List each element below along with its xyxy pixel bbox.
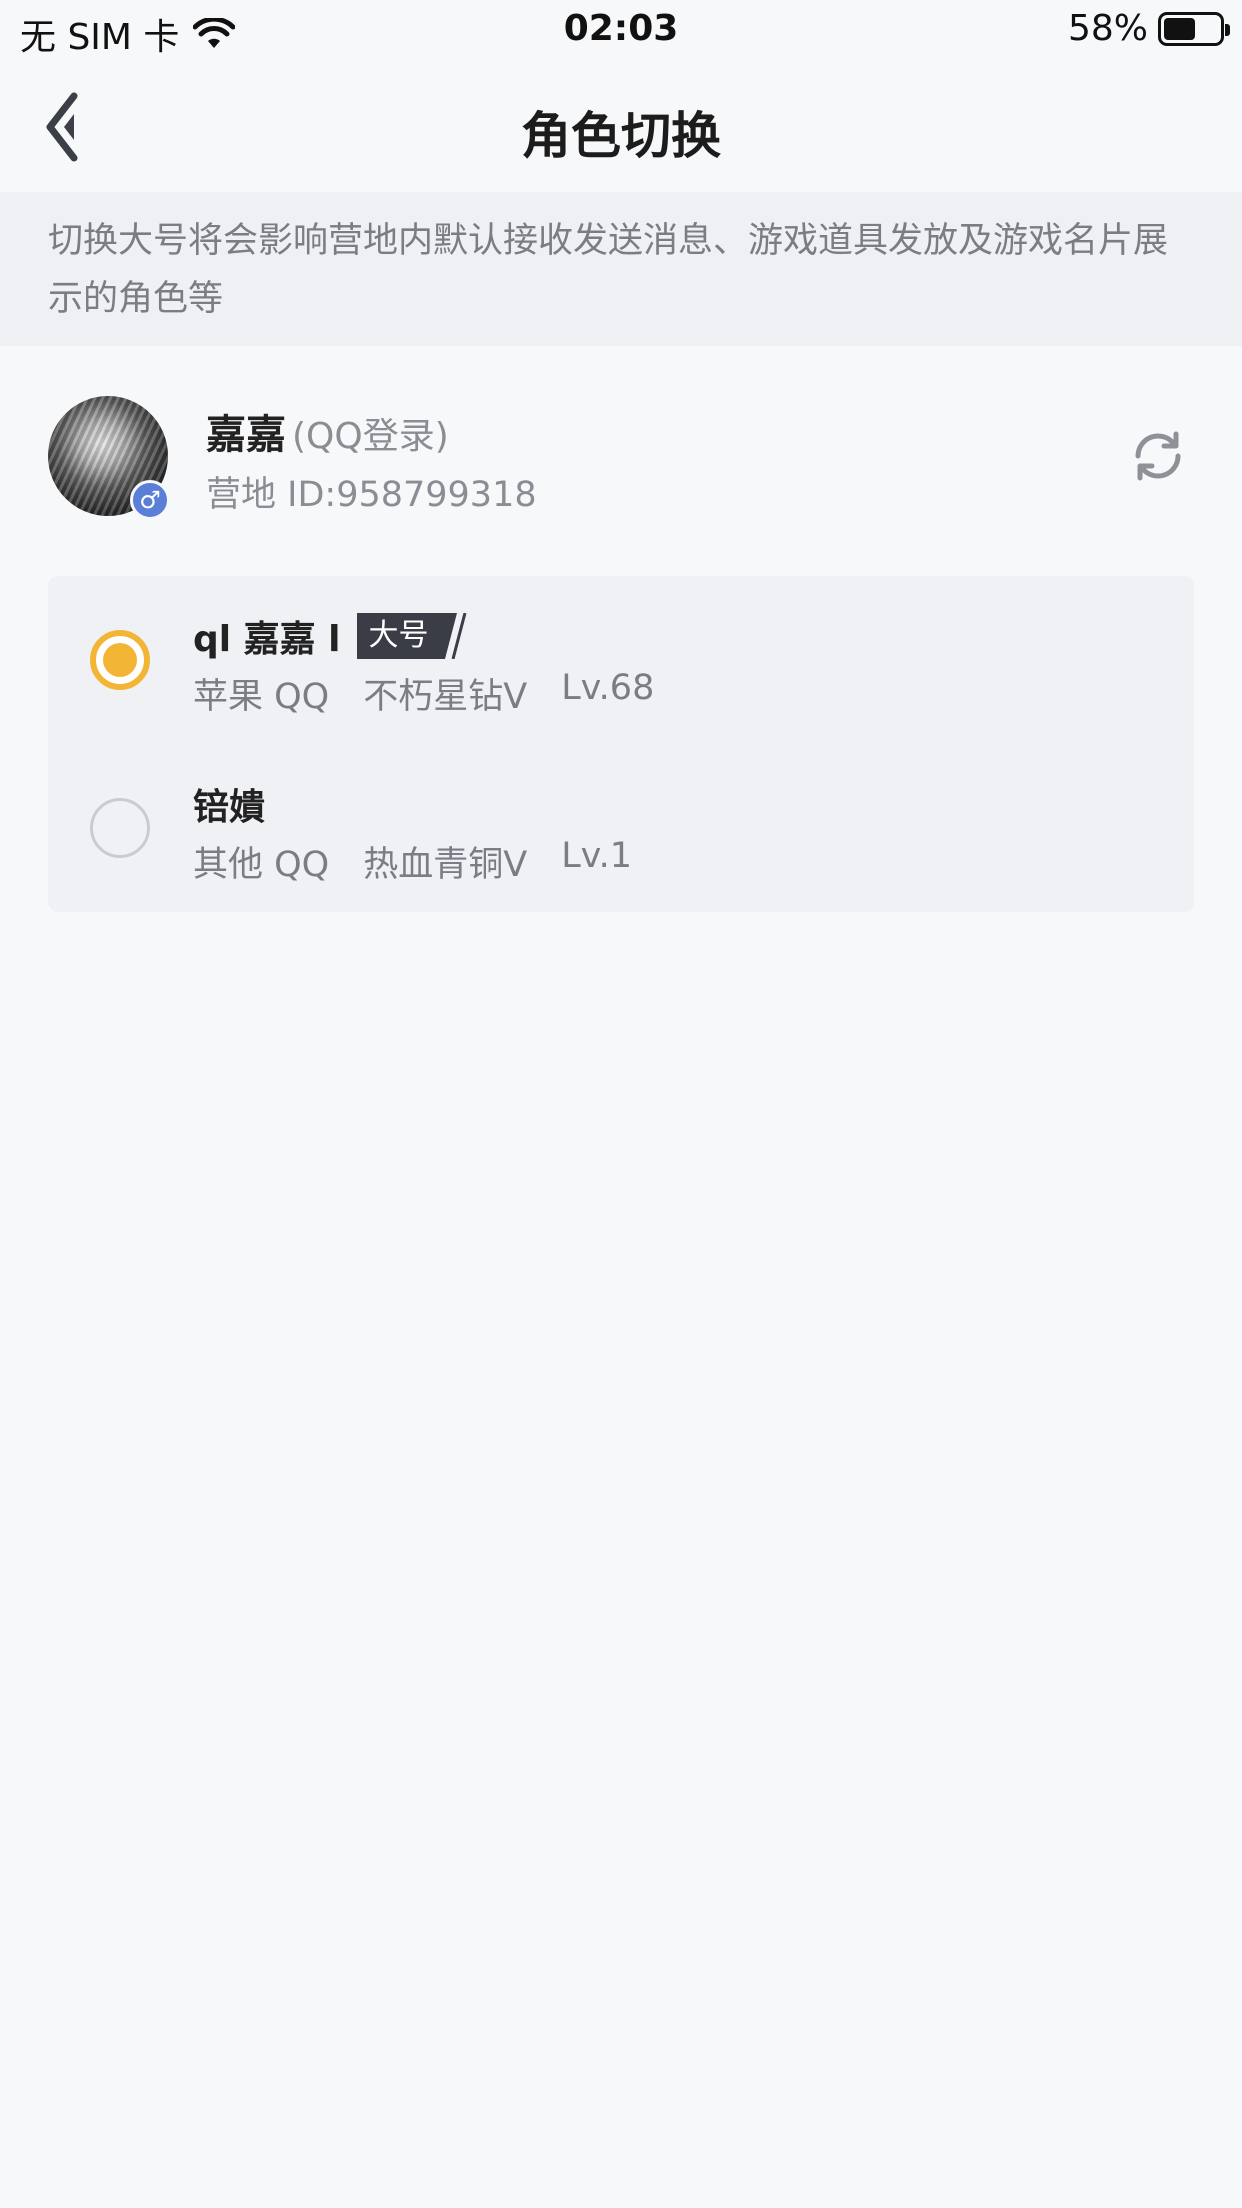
role-name-row: ql 嘉嘉 l 大号 [193,610,467,662]
notice-banner: 切换大号将会影响营地内默认接收发送消息、游戏道具发放及游戏名片展示的角色等 [0,192,1242,346]
camp-id: 营地 ID:958799318 [206,475,537,515]
role-item[interactable]: 锫嬇 其他 QQ 热血青铜Ⅴ Lv.1 [48,744,1194,912]
radio-unselected-icon[interactable] [90,798,150,858]
main-account-badge-label: 大号 [356,613,441,659]
role-list: ql 嘉嘉 l 大号 苹果 QQ 不朽星钻Ⅴ Lv.68 锫嬇 其他 QQ 热血… [48,576,1194,912]
profile-name: 嘉嘉 [206,412,286,458]
status-time: 02:03 [563,8,679,49]
notice-text: 切换大号将会影响营地内默认接收发送消息、游戏道具发放及游戏名片展示的角色等 [48,221,1169,319]
role-info: 其他 QQ 热血青铜Ⅴ Lv.1 [193,836,632,887]
radio-selected-icon[interactable] [90,630,150,690]
profile-section: ♂ 嘉嘉 (QQ登录) 营地 ID:958799318 [0,346,1242,546]
refresh-icon [1135,431,1181,481]
battery-fill [1164,17,1196,40]
role-name: 锫嬇 [193,787,266,828]
gender-male-icon: ♂ [130,480,170,520]
profile-name-row: 嘉嘉 (QQ登录) [206,402,449,460]
role-platform: 其他 QQ [193,845,330,885]
role-level: Lv.1 [561,836,633,876]
status-right: 58% [1067,8,1230,49]
role-rank: 不朽星钻Ⅴ [363,677,528,717]
role-item[interactable]: ql 嘉嘉 l 大号 苹果 QQ 不朽星钻Ⅴ Lv.68 [48,576,1194,744]
tag-slash-icon [440,613,466,659]
login-type: (QQ登录) [292,416,449,457]
status-bar: 无 SIM 卡 02:03 58% [0,0,1242,62]
role-platform: 苹果 QQ [193,677,330,717]
main-account-badge: 大号 [356,613,467,659]
nav-bar: 角色切换 [0,62,1242,192]
role-name-row: 锫嬇 [193,778,265,830]
page-title: 角色切换 [521,107,721,165]
role-rank: 热血青铜Ⅴ [363,845,528,885]
battery-percent: 58% [1067,8,1148,49]
role-name: ql 嘉嘉 l [193,619,341,660]
role-info: 苹果 QQ 不朽星钻Ⅴ Lv.68 [193,668,654,719]
refresh-button[interactable] [1126,424,1190,488]
role-level: Lv.68 [561,668,655,708]
battery-icon [1158,11,1230,46]
